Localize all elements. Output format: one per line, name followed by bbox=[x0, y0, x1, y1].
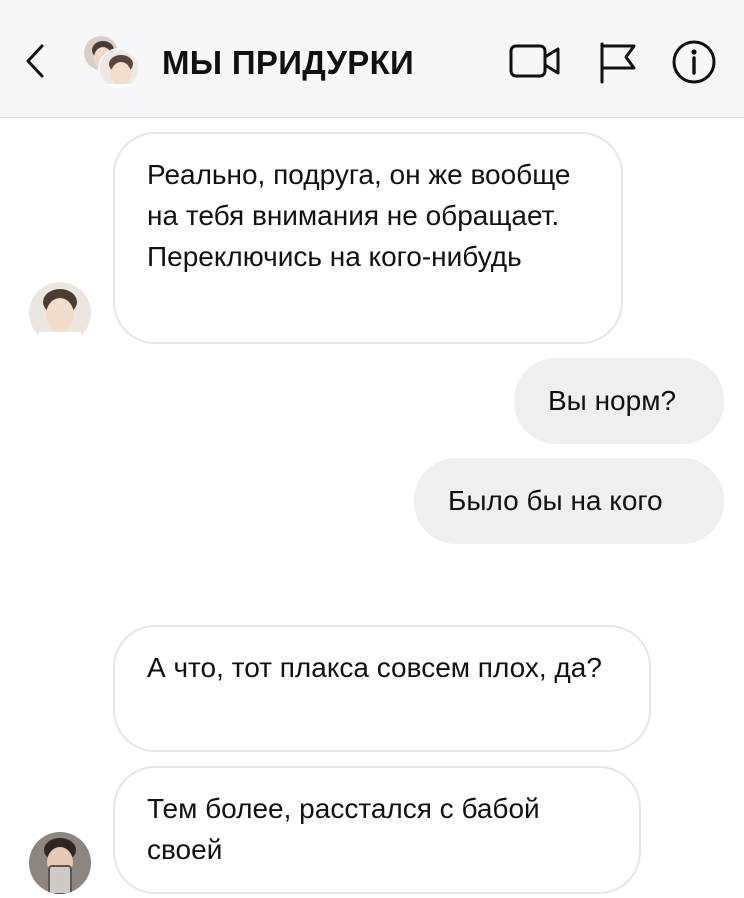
flag-icon bbox=[600, 42, 636, 84]
outgoing-message[interactable]: Вы норм? bbox=[514, 358, 724, 444]
member-avatar bbox=[98, 48, 140, 90]
info-button[interactable] bbox=[668, 38, 722, 86]
video-call-button[interactable] bbox=[508, 38, 562, 86]
info-icon bbox=[672, 40, 716, 84]
video-camera-icon bbox=[509, 44, 560, 78]
chevron-left-icon bbox=[26, 44, 44, 78]
sender-avatar[interactable] bbox=[29, 832, 91, 894]
chat-header: МЫ ПРИДУРКИ bbox=[0, 0, 744, 118]
incoming-message[interactable]: А что, тот плакса совсем плох, да? bbox=[113, 625, 651, 752]
outgoing-message[interactable]: Было бы на кого bbox=[414, 458, 724, 544]
back-button[interactable] bbox=[16, 36, 56, 86]
chat-title: МЫ ПРИДУРКИ bbox=[162, 44, 415, 81]
group-avatar[interactable] bbox=[82, 34, 142, 90]
incoming-message[interactable]: Реально, подруга, он же вообще на тебя в… bbox=[113, 132, 623, 344]
report-button[interactable] bbox=[592, 38, 646, 86]
sender-avatar[interactable] bbox=[29, 282, 91, 344]
incoming-message[interactable]: Тем более, расстался с бабой своей bbox=[113, 766, 641, 894]
